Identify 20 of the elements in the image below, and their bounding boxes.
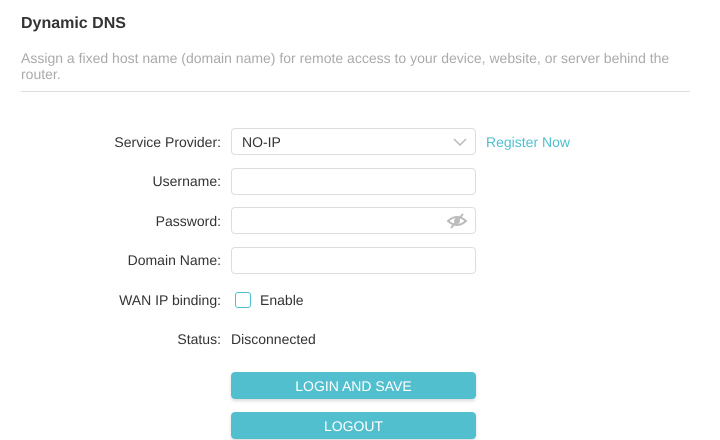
hidden-eye-icon[interactable] [447,212,467,229]
field-label: WAN IP binding: [119,292,221,308]
action-button[interactable]: LOGIN AND SAVE [231,372,476,399]
checkbox[interactable] [235,292,251,308]
field-label: Status: [177,331,221,348]
action-button[interactable]: LOGOUT [231,412,476,439]
input-field[interactable] [231,207,476,234]
field-label: Service Provider: [114,134,221,150]
input-field[interactable] [231,168,476,195]
field-label: Username: [152,173,221,190]
chevron-down-icon [453,138,467,146]
page-title: Dynamic DNS [21,15,126,33]
provider-dropdown[interactable]: NO-IP [231,128,476,156]
field-label: Password: [156,212,221,229]
field-label: Domain Name: [128,252,221,268]
description: Assign a fixed host name (domain name) for remote access to your device, website, or server behind the router. [21,50,690,92]
checkbox-label: Enable [260,292,304,308]
status-value: Disconnected [231,331,317,348]
register-link[interactable]: Register Now [486,134,720,150]
input-field[interactable] [231,246,476,274]
